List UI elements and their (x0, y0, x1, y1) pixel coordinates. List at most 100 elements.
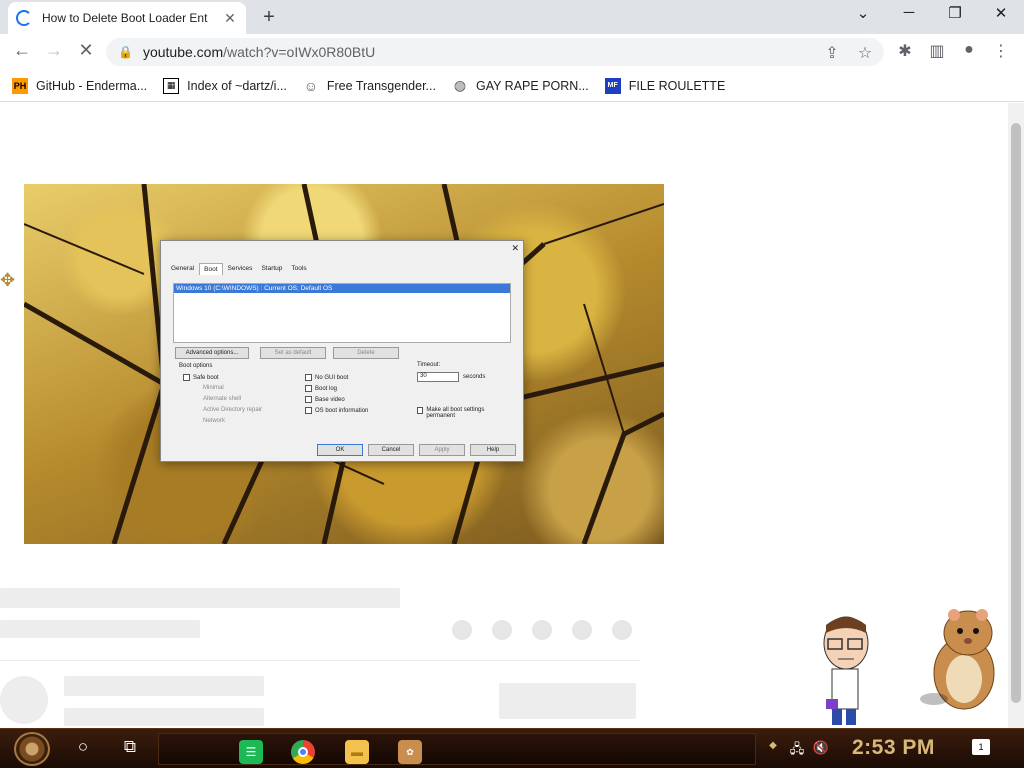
extensions-puzzle-icon[interactable]: ✱ (894, 41, 916, 61)
divider (0, 660, 640, 661)
boot-log-checkbox[interactable]: Boot log (305, 385, 337, 392)
channel-skeleton (0, 620, 200, 638)
tab-search-chevron-icon[interactable]: ⌄ (849, 4, 877, 22)
delete-button[interactable]: Delete (333, 347, 399, 359)
safe-network-radio[interactable]: Network (203, 418, 225, 424)
toybox-app-icon[interactable]: ✿ (398, 740, 422, 764)
notification-center-icon[interactable]: 1 (972, 739, 990, 755)
make-permanent-checkbox[interactable]: Make all boot settings permanent (417, 407, 503, 419)
base-video-checkbox[interactable]: Base video (305, 396, 345, 403)
video-player[interactable]: ✕ General Boot Services Startup Tools Wi… (24, 184, 664, 544)
lock-icon[interactable]: 🔒 (118, 45, 133, 59)
checkbox-label: No GUI boot (315, 374, 349, 381)
checkbox-label: Make all boot settings permanent (426, 407, 485, 419)
search-circle-icon[interactable]: ○ (71, 737, 95, 757)
subscribe-skeleton (499, 683, 636, 719)
timeout-label: Timeout: (417, 362, 441, 368)
bookmark-item[interactable]: ☺ Free Transgender... (303, 78, 436, 94)
volume-muted-icon[interactable]: 🔇 (812, 740, 830, 756)
bookmarks-bar: PH GitHub - Enderma... ▦ Index of ~dartz… (0, 70, 1024, 102)
action-skeleton-dot (452, 620, 472, 640)
tab-services[interactable]: Services (224, 263, 257, 275)
browser-tab-active[interactable]: How to Delete Boot Loader Ent ✕ (8, 2, 246, 34)
forward-arrow-icon[interactable]: → (42, 40, 66, 61)
side-panel-icon[interactable]: ▥ (926, 41, 948, 61)
profile-avatar-icon[interactable]: ● (958, 41, 980, 59)
tab-strip: How to Delete Boot Loader Ent ✕ + ⌄ ─ ❐ … (0, 0, 1024, 34)
action-skeleton-dot (612, 620, 632, 640)
title-skeleton (0, 588, 400, 608)
bookmark-label: FILE ROULETTE (628, 78, 726, 93)
timeout-input[interactable]: 30 (417, 372, 459, 382)
boot-entry-selected[interactable]: Windows 10 (C:\WINDOWS) : Current OS; De… (174, 284, 510, 293)
bookmark-item[interactable]: MF FILE ROULETTE (604, 77, 726, 94)
avatar-icon: ☺ (303, 77, 319, 94)
mediafire-icon: MF (604, 77, 621, 94)
cartoon-man-desktop-pet[interactable] (818, 613, 878, 728)
browser-toolbar: ← → ✕ 🔒 youtube.com/watch?v=oIWx0R80BtU … (0, 34, 1024, 70)
url-path: /watch?v=oIWx0R80BtU (223, 44, 376, 60)
network-icon[interactable]: 🖧 (788, 740, 806, 762)
safe-altshell-radio[interactable]: Alternate shell (203, 396, 241, 402)
avatar-skeleton (0, 676, 48, 724)
bookmark-label: GitHub - Enderma... (36, 78, 148, 93)
checkbox-box (183, 374, 190, 381)
safe-boot-checkbox[interactable]: Safe boot (183, 374, 219, 381)
loading-spinner-icon (16, 10, 32, 26)
restore-button[interactable]: ❐ (941, 4, 969, 22)
help-button[interactable]: Help (470, 444, 516, 456)
stop-loading-icon[interactable]: ✕ (74, 40, 98, 61)
no-gui-boot-checkbox[interactable]: No GUI boot (305, 374, 348, 381)
tab-startup[interactable]: Startup (257, 263, 286, 275)
back-arrow-icon[interactable]: ← (10, 40, 34, 61)
bookmark-label: Index of ~dartz/i... (187, 78, 287, 93)
close-window-button[interactable]: ✕ (987, 4, 1015, 22)
bookmark-item[interactable]: ▦ Index of ~dartz/i... (163, 77, 287, 94)
tab-title: How to Delete Boot Loader Ent (42, 11, 208, 25)
taskbar: ○ ⧉ ☰ ▬ ✿ ◆ 🖧 🔇 2:53 PM 1 (0, 728, 1024, 768)
checkbox-box (305, 396, 312, 403)
scrollbar-thumb[interactable] (1011, 123, 1021, 703)
checkbox-label: Safe boot (193, 374, 219, 381)
minimize-button[interactable]: ─ (895, 4, 923, 21)
share-icon[interactable]: ⇪ (822, 43, 842, 63)
url-text[interactable]: youtube.com/watch?v=oIWx0R80BtU (143, 44, 375, 60)
tray-overflow-icon[interactable]: ◆ (764, 740, 782, 751)
taskbar-apps: ☰ ▬ ✿ (158, 733, 756, 765)
dialog-close-icon[interactable]: ✕ (511, 243, 519, 254)
start-button[interactable] (14, 732, 50, 766)
hamster-desktop-pet[interactable] (920, 603, 1006, 713)
checkbox-label: Base video (315, 396, 345, 403)
tab-tools[interactable]: Tools (287, 263, 310, 275)
url-host: youtube.com (142, 44, 224, 60)
checkbox-label: OS boot information (315, 407, 369, 414)
checkbox-label: Boot log (315, 385, 338, 392)
file-explorer-icon[interactable]: ▬ (345, 740, 369, 764)
boot-entries-list[interactable]: Windows 10 (C:\WINDOWS) : Current OS; De… (173, 283, 511, 343)
chrome-app-icon[interactable] (291, 740, 315, 764)
page-scrollbar[interactable] (1008, 103, 1024, 728)
safe-adrepair-radio[interactable]: Active Directory repair (203, 407, 262, 413)
address-bar[interactable]: 🔒 youtube.com/watch?v=oIWx0R80BtU ⇪ ☆ (106, 38, 884, 66)
menu-kebab-icon[interactable]: ⋮ (990, 41, 1012, 61)
taskbar-clock[interactable]: 2:53 PM (852, 736, 935, 760)
action-skeleton-dot (532, 620, 552, 640)
pornhub-style-icon: PH (12, 77, 28, 94)
tab-general[interactable]: General (167, 263, 198, 275)
os-boot-info-checkbox[interactable]: OS boot information (305, 407, 368, 414)
task-view-icon[interactable]: ⧉ (118, 737, 142, 757)
bookmark-item[interactable]: PH GitHub - Enderma... (12, 77, 148, 94)
set-default-button[interactable]: Set as default (260, 347, 326, 359)
cancel-button[interactable]: Cancel (368, 444, 414, 456)
advanced-options-button[interactable]: Advanced options... (175, 347, 249, 359)
bookmark-item[interactable]: ◍ GAY RAPE PORN... (452, 77, 589, 94)
new-tab-button[interactable]: + (258, 6, 280, 29)
ok-button[interactable]: OK (317, 444, 363, 456)
safe-minimal-radio[interactable]: Minimal (203, 385, 224, 391)
sheets-app-icon[interactable]: ☰ (239, 740, 263, 764)
bookmark-star-icon[interactable]: ☆ (855, 43, 875, 63)
action-skeleton-dot (492, 620, 512, 640)
tab-close-icon[interactable]: ✕ (222, 10, 238, 27)
apply-button[interactable]: Apply (419, 444, 465, 456)
tab-boot[interactable]: Boot (199, 263, 223, 275)
